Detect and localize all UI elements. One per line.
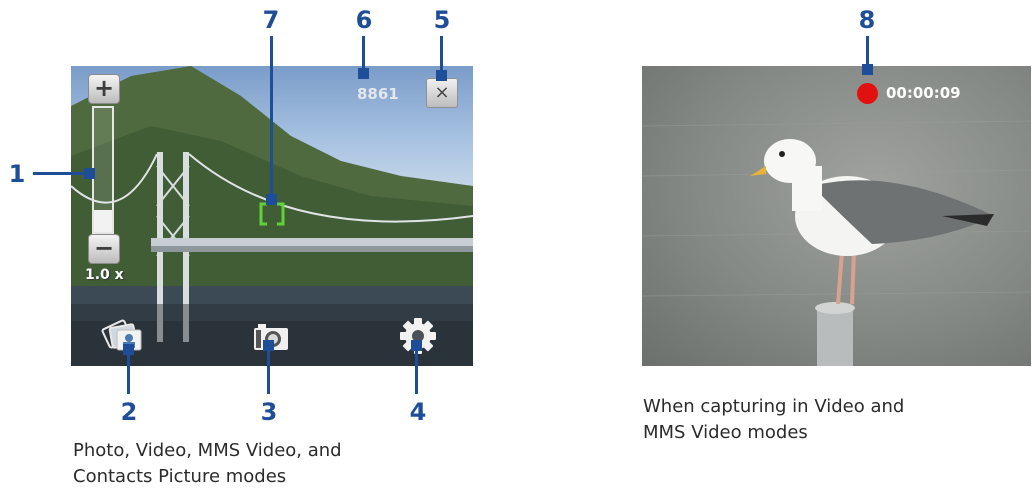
callout-3-dot (263, 340, 274, 351)
callout-8-dot (862, 64, 873, 75)
caption-video-line1: When capturing in Video and (643, 396, 905, 417)
callout-2-line (127, 350, 130, 394)
callout-4: 4 (409, 398, 427, 426)
caption-photo-line2: Contacts Picture modes (73, 466, 287, 487)
callout-7-line (270, 36, 273, 198)
callout-4-dot (411, 340, 422, 351)
callout-4-line (415, 344, 418, 394)
recording-elapsed-time: 00:00:09 (886, 84, 961, 102)
camera-toolbar (71, 304, 473, 366)
zoom-level-indicator: 1.0 x (85, 267, 124, 283)
record-dot-icon (857, 83, 878, 104)
callout-1-dot (84, 168, 95, 179)
caption-photo-modes: Photo, Video, MMS Video, and Contacts Pi… (73, 438, 342, 490)
callout-3: 3 (260, 398, 278, 426)
callout-1-line (33, 172, 88, 175)
callout-8: 8 (858, 6, 876, 34)
callout-6: 6 (355, 6, 373, 34)
caption-video-line2: MMS Video modes (643, 422, 808, 443)
zoom-out-button[interactable]: − (88, 234, 120, 264)
callout-5: 5 (433, 6, 451, 34)
callout-5-dot (436, 70, 447, 81)
callout-3-line (267, 344, 270, 394)
caption-photo-line1: Photo, Video, MMS Video, and (73, 440, 342, 461)
callout-1: 1 (8, 160, 26, 188)
camera-viewfinder-video: 00:00:09 (642, 66, 1031, 366)
callout-7: 7 (262, 6, 280, 34)
callout-2: 2 (120, 398, 138, 426)
callout-7-dot (266, 194, 277, 205)
remaining-shots-counter: 8861 (357, 85, 399, 103)
callout-6-dot (358, 68, 369, 79)
zoom-in-button[interactable]: + (88, 74, 120, 104)
callout-2-dot (123, 344, 134, 355)
caption-video-modes: When capturing in Video and MMS Video mo… (643, 394, 904, 446)
zoom-slider-knob[interactable] (94, 210, 112, 232)
focus-bracket-icon (259, 202, 285, 226)
scenery-video (642, 120, 1031, 366)
close-button[interactable]: × (426, 78, 458, 108)
zoom-slider[interactable] (92, 106, 114, 234)
